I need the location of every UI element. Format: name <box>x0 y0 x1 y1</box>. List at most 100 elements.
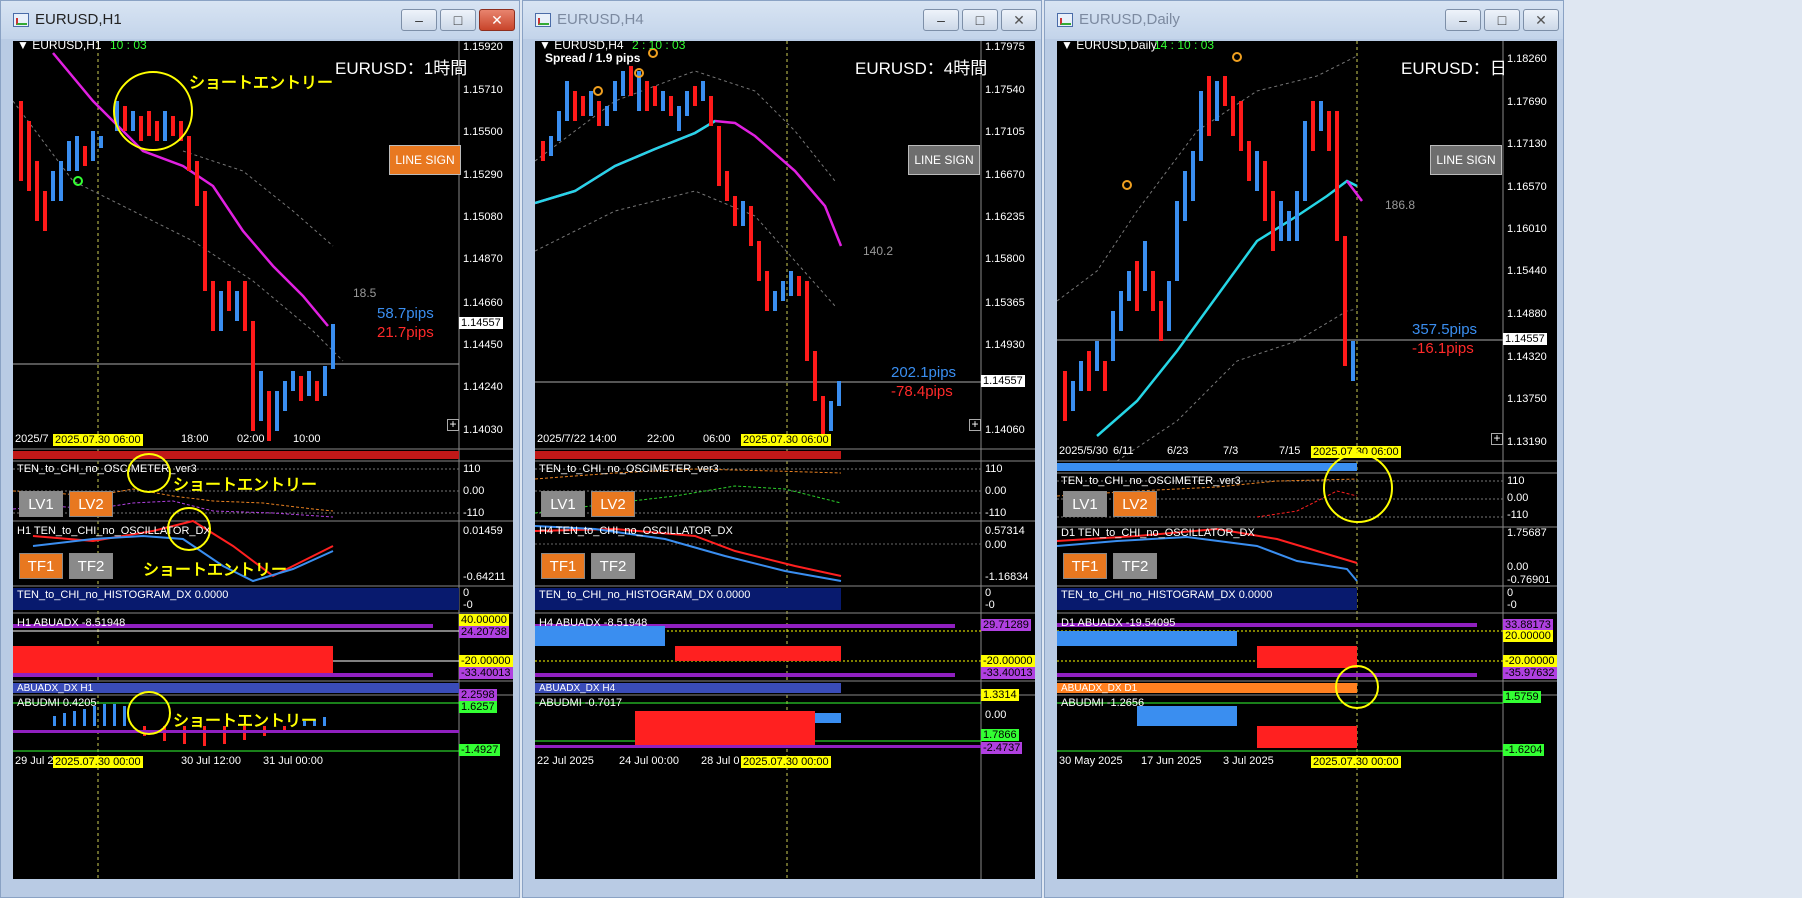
lv1-button[interactable]: LV1 <box>541 491 585 517</box>
osc-value: -110 <box>463 507 485 519</box>
maximize-button[interactable]: □ <box>1484 9 1520 31</box>
time-label: 22:00 <box>647 433 675 445</box>
price-label: 1.15080 <box>463 211 503 223</box>
symbol-text: EURUSD,H1 <box>32 41 102 52</box>
abudmi-value: 1.7866 <box>981 729 1019 741</box>
time-label: 6/23 <box>1167 445 1189 457</box>
time-label: 02:00 <box>237 433 265 445</box>
time-label: 6/11 <box>1113 445 1134 457</box>
window-title: EURUSD,H4 <box>557 11 644 28</box>
time-label: 10:00 <box>293 433 321 445</box>
tf1-button[interactable]: TF1 <box>541 553 585 579</box>
chart-area[interactable]: ▼ EURUSD,Daily 14 : 10 : 03 EURUSD：日 LIN… <box>1057 41 1557 879</box>
price-label: 1.17540 <box>985 84 1025 96</box>
expand-icon[interactable]: + <box>1491 432 1503 445</box>
window-titlebar[interactable]: EURUSD,H1 – □ ✕ <box>1 1 519 39</box>
hist-value: -0 <box>463 599 473 611</box>
abudmi-title: ABUDMI -1.2656 <box>1061 697 1145 709</box>
abudmi-value: -2.4737 <box>981 742 1023 754</box>
maximize-button[interactable]: □ <box>962 9 998 31</box>
candles-h1 <box>19 101 335 441</box>
line-sign-button[interactable]: LINE SIGN <box>389 145 461 175</box>
price-label: 1.17975 <box>985 41 1025 53</box>
lv1-button[interactable]: LV1 <box>1063 491 1107 517</box>
bottom-time-tag: 2025.07.30 00:00 <box>741 756 831 768</box>
abuadx-value: -20.00000 <box>1503 655 1557 667</box>
window-title: EURUSD,H1 <box>35 11 122 28</box>
expand-icon[interactable]: + <box>447 418 459 431</box>
price-label: 1.17130 <box>1507 138 1547 150</box>
bottom-time-label: 17 Jun 2025 <box>1141 755 1202 767</box>
minimize-button[interactable]: – <box>1445 9 1481 31</box>
candles-h4 <box>541 66 841 436</box>
chart-icon <box>13 13 29 27</box>
price-label: 1.14880 <box>1507 308 1547 320</box>
chart-window-daily[interactable]: EURUSD,Daily – □ ✕ ▼ EURUSD,Daily 14: 1… <box>1044 0 1564 898</box>
lv2-button[interactable]: LV2 <box>591 491 635 517</box>
side-value: 140.2 <box>863 244 894 258</box>
close-button[interactable]: ✕ <box>1523 9 1559 31</box>
line-sign-button[interactable]: LINE SIGN <box>908 145 980 175</box>
histogram-title: TEN_to_CHI_no_HISTOGRAM_DX 0.0000 <box>1061 589 1273 601</box>
price-label: 1.16010 <box>1507 223 1547 235</box>
abudmi-title: ABUDMI 0.4205 <box>17 697 97 709</box>
tf2-button[interactable]: TF2 <box>69 553 113 579</box>
expand-icon[interactable]: + <box>969 418 981 431</box>
chart-window-h1[interactable]: EURUSD,H1 – □ ✕ ▼ EURUSD,H1 10: 03 EURU… <box>0 0 520 898</box>
price-label: 1.14660 <box>463 297 503 309</box>
abudmi-value: 0.00 <box>985 709 1007 721</box>
osc-value: -110 <box>985 507 1007 519</box>
chart-big-title: EURUSD：1時間 <box>335 59 468 78</box>
tf2-button[interactable]: TF2 <box>1113 553 1157 579</box>
bottom-time-label: 22 Jul 2025 <box>537 755 594 767</box>
abudmi-value: -1.6204 <box>1503 744 1545 756</box>
window-titlebar[interactable]: EURUSD,Daily – □ ✕ <box>1045 1 1563 39</box>
osc-dx-title: D1 TEN_to_CHI_no_OSCILLATOR_DX <box>1061 527 1255 539</box>
abuadx-dx-title: ABUADX_DX D1 <box>1061 683 1138 694</box>
abuadx-title: H4 ABUADX -8.51948 <box>539 617 648 629</box>
close-button[interactable]: ✕ <box>479 9 515 31</box>
abudmi-value: 1.3314 <box>981 689 1019 701</box>
chart-window-h4[interactable]: EURUSD,H4 – □ ✕ ▼ EURUSD,H4 2: 10: 03 … <box>522 0 1042 898</box>
bottom-time-label: 3 Jul 2025 <box>1223 755 1274 767</box>
current-price-box: 1.14557 <box>459 317 503 329</box>
abuadx-title: D1 ABUADX -19.54095 <box>1061 617 1176 629</box>
tf1-button[interactable]: TF1 <box>1063 553 1107 579</box>
bottom-time-label: 31 Jul 00:00 <box>263 755 323 767</box>
chart-area[interactable]: ▼ EURUSD,H4 2 : 10 : 03 Spread / 1.9 pip… <box>535 41 1035 879</box>
bottom-time-label: 30 Jul 12:00 <box>181 755 241 767</box>
price-label: 1.14060 <box>985 424 1025 436</box>
price-label: 1.15440 <box>1507 265 1547 277</box>
lv2-button[interactable]: LV2 <box>1113 491 1157 517</box>
window-titlebar[interactable]: EURUSD,H4 – □ ✕ <box>523 1 1041 39</box>
abuadx-value: -20.00000 <box>981 655 1035 667</box>
abuadx-value: -33.40013 <box>459 667 513 679</box>
pips-down: -78.4pips <box>891 383 953 400</box>
lv1-button[interactable]: LV1 <box>19 491 63 517</box>
tf2-button[interactable]: TF2 <box>591 553 635 579</box>
osc-value: 110 <box>463 463 481 475</box>
osc-value: -110 <box>1507 509 1529 521</box>
abuadx-value: -20.00000 <box>459 655 513 667</box>
osc-value: 0.00 <box>985 485 1007 497</box>
abuadx-value: 24.20738 <box>459 626 509 638</box>
tf1-button[interactable]: TF1 <box>19 553 63 579</box>
time-tag: 2025.07.30 06:00 <box>741 434 831 446</box>
cyan-ma-line <box>535 119 716 205</box>
spread-label: Spread / 1.9 pips <box>545 51 641 65</box>
highlight-circle <box>167 507 211 551</box>
lv2-button[interactable]: LV2 <box>69 491 113 517</box>
highlight-circle <box>113 71 193 151</box>
line-sign-button[interactable]: LINE SIGN <box>1430 145 1502 175</box>
minimize-button[interactable]: – <box>401 9 437 31</box>
side-value: 18.5 <box>353 286 377 300</box>
chart-area[interactable]: ▼ EURUSD,H1 10 : 03 EURUSD：1時間 LINE SIGN… <box>13 41 513 879</box>
current-price-box: 1.14557 <box>1503 333 1547 345</box>
time-label: 2025/7 <box>15 433 49 445</box>
current-price-box: 1.14557 <box>981 375 1025 387</box>
maximize-button[interactable]: □ <box>440 9 476 31</box>
hist-value: -0 <box>985 599 995 611</box>
close-button[interactable]: ✕ <box>1001 9 1037 31</box>
minimize-button[interactable]: – <box>923 9 959 31</box>
price-label: 1.15365 <box>985 297 1025 309</box>
